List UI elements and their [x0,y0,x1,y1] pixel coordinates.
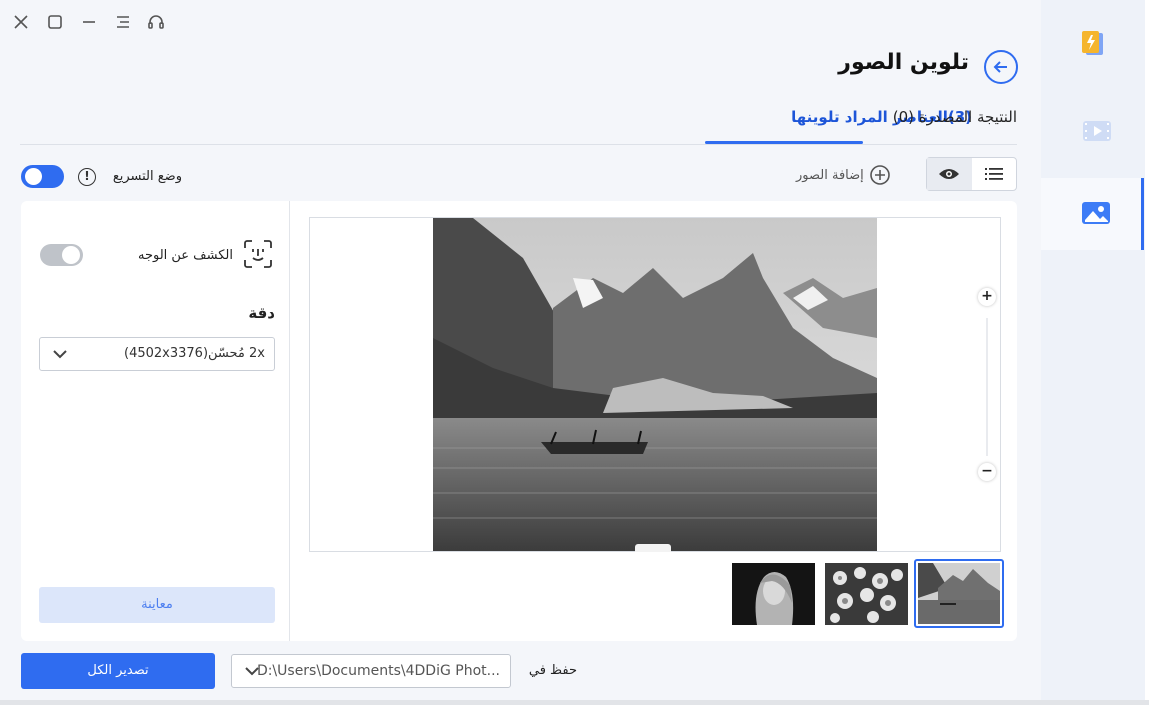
minimize-button[interactable] [77,10,101,34]
minimize-icon [83,21,95,23]
plus-circle-icon [869,165,890,185]
add-images-label: إضافة الصور [796,167,864,183]
arrow-left-icon [993,61,1007,73]
tab-exported-results[interactable]: النتيجة المصدرة (0) [893,108,1017,126]
close-icon [14,15,28,29]
save-path-select[interactable]: D:\Users\Documents\4DDiG Phot... [231,654,511,688]
thumbnail-image [732,563,815,625]
thumbnail-portrait[interactable] [732,563,815,625]
main-preview-image [433,218,877,551]
menu-icon [117,16,129,28]
thumbnail-flowers[interactable] [825,563,908,625]
page-title: تلوين الصور [838,50,969,75]
save-in-label: حفظ في [528,663,577,678]
video-icon [1083,121,1111,141]
tabs-divider [20,144,1017,145]
maximize-button[interactable] [43,10,67,34]
accel-mode-toggle[interactable] [21,165,64,188]
sidebar-item-repair[interactable] [1080,29,1106,61]
app-root: تلوين الصور (3)العناصر المراد تلوينها ال… [0,0,1149,705]
info-icon[interactable]: ! [78,168,96,186]
sidebar-item-image[interactable] [1081,200,1111,232]
list-view-button[interactable] [972,158,1017,190]
thumbnail-mountain-lake[interactable] [914,559,1004,628]
sidebar-item-video[interactable] [1082,118,1112,148]
zoom-out-button[interactable]: − [978,463,996,481]
resolution-select[interactable]: 2x مُحسّن(4502x3376) [39,337,275,371]
support-button[interactable] [144,10,168,34]
sidebar [1041,0,1145,705]
maximize-icon [48,15,62,29]
preview-view-button[interactable] [927,158,972,190]
eye-icon [939,169,960,179]
image-icon [1082,202,1110,224]
sidebar-active-indicator [1141,178,1144,250]
face-detection-icon [244,240,272,268]
headset-icon [148,15,164,29]
zoom-in-button[interactable]: + [978,288,996,306]
canvas-drag-handle[interactable] [635,544,671,552]
accel-mode-label: وضع التسريع [112,169,182,184]
thumbnail-image [825,563,908,625]
back-button[interactable] [984,50,1018,84]
resolution-label: دقة [248,304,275,322]
preview-button[interactable]: معاينة [39,587,275,623]
chevron-down-icon [53,350,67,359]
background-window-edge [1145,0,1149,705]
list-icon [984,168,1003,180]
view-toggle [926,157,1017,191]
toggle-knob [62,246,80,264]
save-path-value: D:\Users\Documents\4DDiG Phot... [256,663,500,679]
face-detection-label: الكشف عن الوجه [137,248,233,263]
add-images-button[interactable]: إضافة الصور [796,164,891,186]
menu-button[interactable] [111,10,135,34]
thumbnail-image [918,563,1000,624]
resolution-value: 2x مُحسّن(4502x3376) [124,346,265,361]
face-detection-toggle[interactable] [40,244,83,266]
taskbar-edge [0,700,1149,705]
zoom-slider-track[interactable] [986,318,988,456]
chevron-down-icon [245,667,259,676]
export-all-button[interactable]: تصدير الكل [21,653,215,689]
close-button[interactable] [9,10,33,34]
toggle-knob [25,168,42,185]
repair-icon [1082,31,1103,55]
